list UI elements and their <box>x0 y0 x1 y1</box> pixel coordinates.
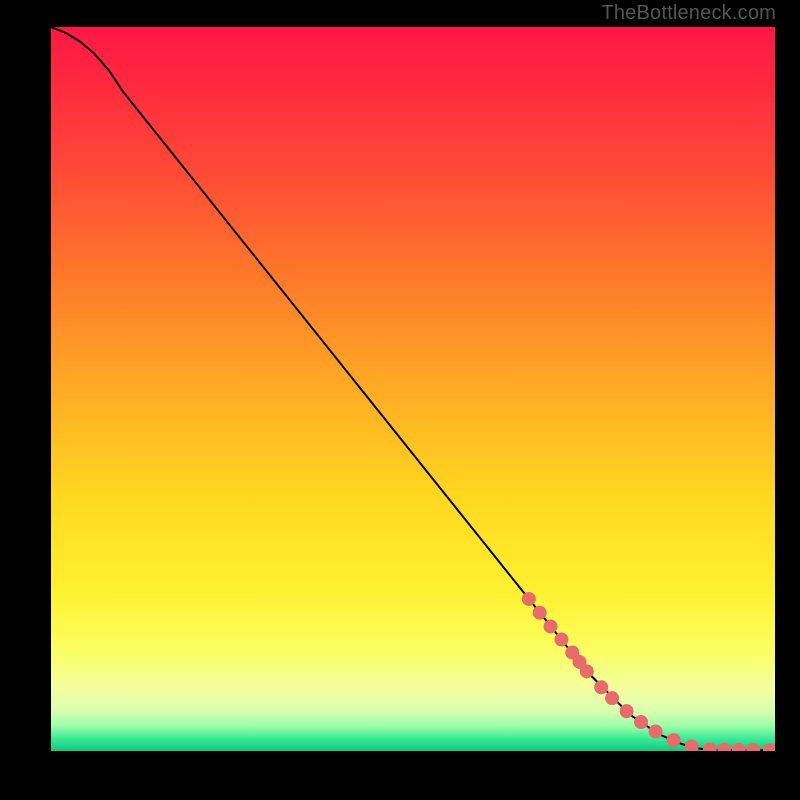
marker-point <box>544 619 558 633</box>
marker-point <box>685 740 699 751</box>
marker-point <box>763 743 775 751</box>
marker-point <box>533 606 547 620</box>
marker-point <box>594 680 608 694</box>
chart-frame: TheBottleneck.com <box>0 0 800 800</box>
watermark-text: TheBottleneck.com <box>601 2 776 25</box>
curve-layer <box>51 27 775 751</box>
marker-point <box>667 733 681 747</box>
marker-point <box>620 704 634 718</box>
plot-area <box>51 27 775 751</box>
marker-point <box>634 715 648 729</box>
marker-point <box>580 664 594 678</box>
bottleneck-curve <box>51 27 775 750</box>
marker-point <box>649 724 663 738</box>
marker-point <box>703 743 717 751</box>
marker-point <box>746 743 760 751</box>
marker-point <box>554 633 568 647</box>
marker-point <box>605 691 619 705</box>
marker-point <box>732 743 746 751</box>
marker-point <box>522 592 536 606</box>
marker-point <box>717 743 731 751</box>
